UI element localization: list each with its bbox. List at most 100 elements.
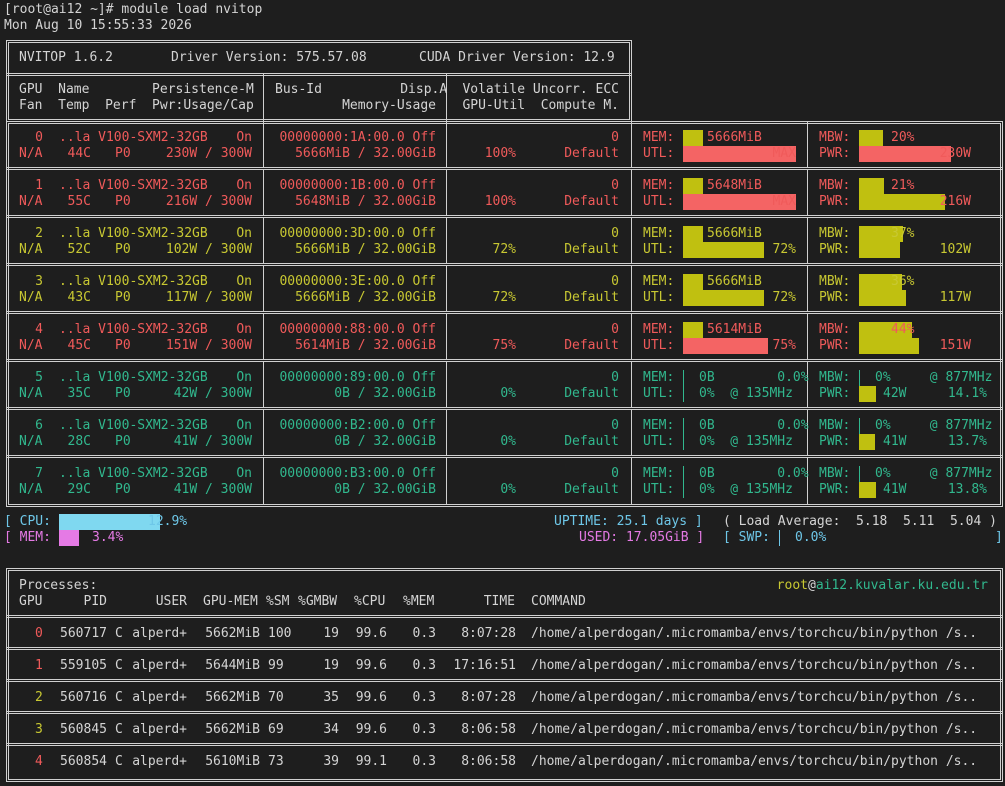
col-header-util: GPU-Util Compute M.	[462, 98, 619, 113]
gpu-persistence: On	[236, 370, 252, 385]
gpu-util-text: 72%	[772, 242, 796, 257]
col-header-fan-temp: Fan Temp Perf Pwr:Usage/Cap	[19, 98, 254, 113]
gpu-power-percent: 13.7%	[947, 434, 987, 449]
gpu-mbw-bar	[859, 178, 884, 194]
gpu-mbw-bar	[859, 466, 860, 482]
proc-header-pid: PID	[83, 594, 107, 609]
nvitop-version: NVITOP 1.6.2	[19, 50, 113, 65]
gpu-mem-bar	[683, 130, 703, 146]
proc-gmbw: 19	[323, 658, 339, 673]
proc-mem: 0.3	[412, 658, 436, 673]
gpu-power-bar	[859, 434, 875, 450]
proc-time: 8:07:28	[461, 626, 516, 641]
proc-gpu: 3	[35, 722, 43, 737]
mem-used: USED: 17.05GiB ]	[579, 530, 705, 545]
utl-label: UTL:	[643, 242, 675, 257]
gpu-temp: 35C	[67, 386, 91, 401]
gpu-name: ..la V100-SXM2-32GB	[59, 322, 208, 337]
mem-label: MEM:	[643, 322, 675, 337]
gpu-mbw-bar	[859, 130, 883, 146]
gpu-name: ..la V100-SXM2-32GB	[59, 418, 208, 433]
host-name: ai12.kuvalar.ku.edu.tr	[815, 578, 988, 593]
col-header-memusage: Memory-Usage	[342, 98, 436, 113]
gpu-mem-bar	[683, 418, 684, 434]
proc-type: C	[115, 722, 123, 737]
gpu-ecc: 0	[611, 274, 619, 289]
gpu-mem-bar	[683, 370, 684, 386]
proc-header-gpumem: GPU-MEM	[203, 594, 258, 609]
mbw-label: MBW:	[819, 370, 851, 385]
gpu-ecc: 0	[611, 418, 619, 433]
gpu-bus-id: 00000000:3D:00.0 Off	[279, 226, 436, 241]
gpu-temp: 55C	[67, 194, 91, 209]
gpu-fan: N/A	[19, 386, 43, 401]
gpu-persistence: On	[236, 130, 252, 145]
proc-gpu: 0	[35, 626, 43, 641]
proc-gpu-mem: 5662MiB	[205, 626, 260, 641]
pwr-label: PWR:	[819, 242, 851, 257]
gpu-mbw-text: 0% @ 877MHz	[875, 466, 993, 481]
gpu-memory-usage: 5666MiB / 32.00GiB	[295, 242, 436, 257]
gpu-compute-mode: Default	[564, 194, 619, 209]
proc-time: 8:06:58	[461, 754, 516, 769]
gpu-mbw-bar	[859, 418, 860, 434]
gpu-bus-id: 00000000:1B:00.0 Off	[279, 178, 436, 193]
gpu-mbw-bar	[859, 370, 860, 386]
gpu-power-text: 102W	[939, 242, 971, 257]
gpu-mbw-text: 0% @ 877MHz	[875, 418, 993, 433]
gpu-index: 2	[35, 226, 43, 241]
proc-type: C	[115, 754, 123, 769]
gpu-mem-bar	[683, 322, 703, 338]
gpu-bus-id: 00000000:1A:00.0 Off	[279, 130, 436, 145]
proc-sm: 100	[268, 626, 292, 641]
proc-cpu: 99.6	[355, 690, 387, 705]
gpu-temp: 43C	[67, 290, 91, 305]
mem-label: MEM:	[643, 466, 675, 481]
proc-gpu: 4	[35, 754, 43, 769]
gpu-power-text: 117W	[939, 290, 971, 305]
proc-gpu-mem: 5644MiB	[205, 658, 260, 673]
gpu-index: 1	[35, 178, 43, 193]
gpu-mem-text: 0B 0.0%	[699, 466, 809, 481]
gpu-bus-id: 00000000:89:00.0 Off	[279, 370, 436, 385]
proc-mem: 0.3	[412, 754, 436, 769]
mem-label: MEM:	[643, 370, 675, 385]
gpu-mem-text: 5666MiB	[707, 274, 762, 289]
gpu-perf: P0	[115, 146, 131, 161]
gpu-mbw-text: 21%	[891, 178, 915, 193]
mbw-label: MBW:	[819, 322, 851, 337]
proc-header-gpu: GPU	[19, 594, 43, 609]
gpu-power: 117W / 300W	[165, 290, 252, 305]
mem-label: [ MEM:	[4, 530, 51, 545]
pwr-label: PWR:	[819, 482, 851, 497]
gpu-memory-usage: 5648MiB / 32.00GiB	[295, 194, 436, 209]
proc-header-gmbw: %GMBW	[298, 594, 338, 609]
gpu-temp: 28C	[67, 434, 91, 449]
gpu-ecc: 0	[611, 370, 619, 385]
col-header-bus: Bus-Id Disp.A	[275, 82, 448, 97]
gpu-fan: N/A	[19, 146, 43, 161]
gpu-ecc: 0	[611, 178, 619, 193]
gpu-bus-id: 00000000:B3:00.0 Off	[279, 466, 436, 481]
proc-pid: 560717	[60, 626, 107, 641]
proc-command: /home/alperdogan/.micromamba/envs/torchc…	[531, 658, 978, 673]
proc-pid: 559105	[60, 658, 107, 673]
host-at: @	[807, 578, 816, 593]
proc-user: alperd+	[132, 626, 187, 641]
gpu-util: 100%	[484, 194, 516, 209]
mem-bar	[59, 530, 79, 546]
gpu-mem-text: 5614MiB	[707, 322, 762, 337]
mbw-label: MBW:	[819, 274, 851, 289]
proc-sm: 69	[268, 722, 284, 737]
gpu-temp: 44C	[67, 146, 91, 161]
mbw-label: MBW:	[819, 178, 851, 193]
proc-sm: 99	[268, 658, 284, 673]
gpu-index: 3	[35, 274, 43, 289]
gpu-fan: N/A	[19, 242, 43, 257]
proc-pid: 560854	[60, 754, 107, 769]
proc-gpu: 1	[35, 658, 43, 673]
load-average: ( Load Average: 5.18 5.11 5.04 )	[723, 514, 997, 529]
gpu-persistence: On	[236, 466, 252, 481]
gpu-mbw-text: 37%	[891, 226, 915, 241]
cpu-label: [ CPU:	[4, 514, 51, 529]
